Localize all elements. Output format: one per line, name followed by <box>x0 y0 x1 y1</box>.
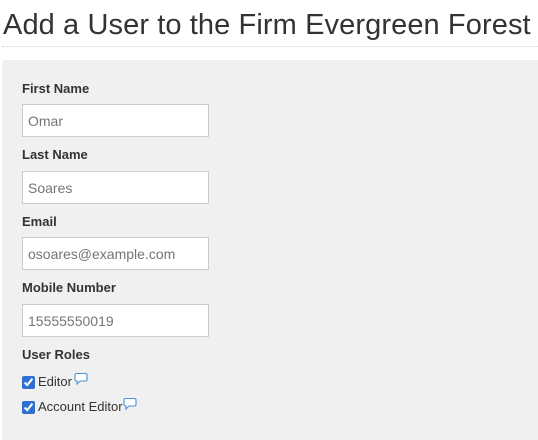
role-editor-label: Editor <box>38 374 72 389</box>
mobile-number-label: Mobile Number <box>22 280 116 295</box>
comment-bubble-icon[interactable] <box>74 372 88 386</box>
role-account-editor-label: Account Editor <box>38 399 123 414</box>
first-name-input[interactable] <box>22 104 209 137</box>
user-roles-label: User Roles <box>22 347 90 362</box>
role-account-editor: Account Editor <box>22 397 137 416</box>
last-name-input[interactable] <box>22 171 209 204</box>
role-editor-checkbox[interactable] <box>22 375 35 389</box>
mobile-number-input[interactable] <box>22 304 209 337</box>
role-editor: Editor <box>22 372 88 391</box>
title-divider <box>2 46 538 47</box>
last-name-label: Last Name <box>22 147 88 162</box>
email-label: Email <box>22 214 57 229</box>
email-input[interactable] <box>22 237 209 270</box>
first-name-label: First Name <box>22 81 90 96</box>
role-account-editor-checkbox[interactable] <box>22 400 35 414</box>
add-user-form: First Name Last Name Email Mobile Number… <box>2 60 538 440</box>
page-title: Add a User to the Firm Evergreen Forest <box>3 9 531 41</box>
comment-bubble-icon[interactable] <box>122 397 137 411</box>
